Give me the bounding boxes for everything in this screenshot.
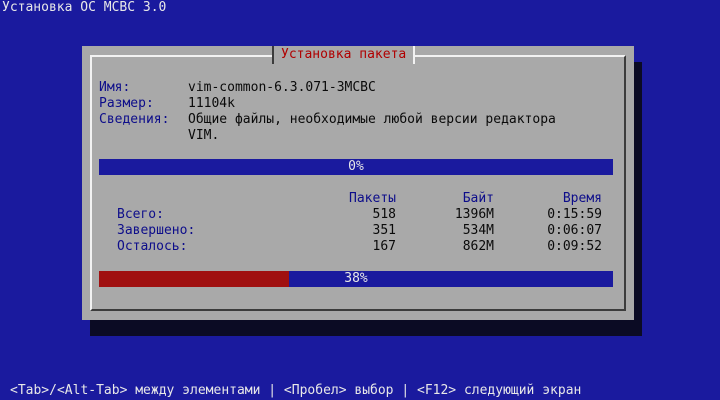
keyboard-help-line: <Tab>/<Alt-Tab> между элементами | <Проб… (10, 383, 582, 398)
dialog-title: Установка пакета (272, 46, 416, 64)
stats-row-total-label: Всего: (117, 207, 164, 222)
package-progress-bar: 0% (99, 159, 613, 175)
package-info-line-2: VIM. (188, 128, 220, 143)
package-size-label: Размер: (99, 96, 154, 111)
package-progress-text: 0% (348, 159, 364, 174)
stats-total-time: 0:15:59 (547, 207, 602, 222)
stats-header-time: Время (562, 191, 602, 206)
stats-completed-bytes: 534M (462, 223, 494, 238)
total-progress-text: 38% (344, 271, 368, 286)
package-size-value: 11104k (188, 96, 235, 111)
package-name-label: Имя: (99, 80, 131, 95)
stats-total-packages: 518 (372, 207, 396, 222)
stats-total-bytes: 1396M (454, 207, 494, 222)
stats-remaining-packages: 167 (372, 239, 396, 254)
package-info-label: Сведения: (99, 112, 170, 127)
stats-row-completed-label: Завершено: (117, 223, 196, 238)
package-name-value: vim-common-6.3.071-3МСВС (188, 80, 376, 95)
total-progress-bar: 38% (99, 271, 613, 287)
package-install-dialog: Установка пакета Имя: vim-common-6.3.071… (82, 46, 634, 320)
stats-row-remaining-label: Осталось: (117, 239, 188, 254)
stats-remaining-time: 0:09:52 (547, 239, 602, 254)
package-info-line-1: Общие файлы, необходимые любой версии ре… (188, 112, 556, 127)
stats-completed-time: 0:06:07 (547, 223, 602, 238)
stats-completed-packages: 351 (372, 223, 396, 238)
stats-remaining-bytes: 862M (462, 239, 494, 254)
screen-title: Установка ОС МСВС 3.0 (2, 0, 167, 15)
stats-header-packages: Пакеты (349, 191, 396, 206)
stats-header-bytes: Байт (462, 191, 494, 206)
